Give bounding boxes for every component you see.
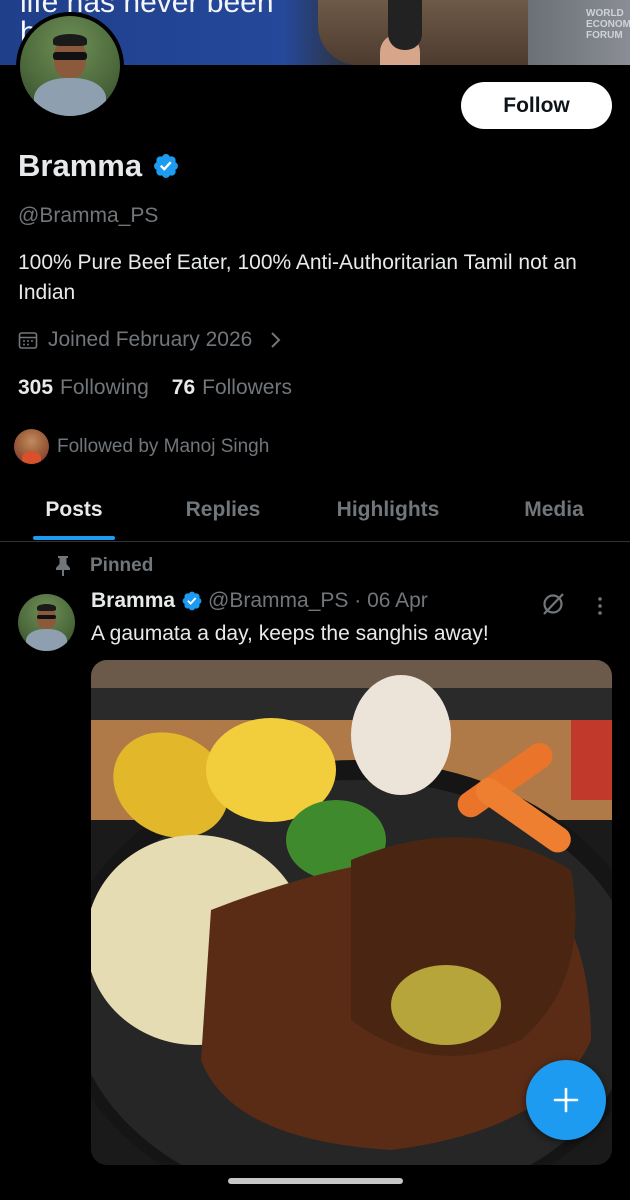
followers-count: 76 [171, 376, 196, 399]
followed-by-row[interactable]: Followed by Manoj Singh [14, 429, 269, 464]
profile-bio: 100% Pure Beef Eater, 100% Anti-Authorit… [18, 251, 577, 304]
profile-tabs: Posts Replies Highlights Media [0, 480, 630, 542]
followers-stat[interactable]: 76 Followers [172, 376, 292, 400]
post-text: A gaumata a day, keeps the sanghis away! [91, 622, 489, 645]
following-count: 305 [18, 376, 54, 399]
follow-stats: 305 Following 76 Followers [18, 376, 315, 400]
tab-highlights[interactable]: Highlights [298, 480, 478, 540]
more-vertical-icon[interactable] [596, 596, 604, 616]
microphone-icon [388, 0, 422, 50]
tab-media[interactable]: Media [478, 480, 630, 540]
follow-button[interactable]: Follow [461, 82, 612, 129]
profile-name-text: Bramma [18, 148, 143, 183]
following-stat[interactable]: 305 Following [18, 376, 149, 400]
tab-posts[interactable]: Posts [0, 480, 148, 540]
post-author-name[interactable]: Bramma [91, 589, 175, 613]
post-meta: @Bramma_PS · 06 Apr [208, 589, 428, 612]
profile-handle: @Bramma_PS [18, 204, 159, 227]
profile-avatar[interactable] [16, 12, 124, 120]
calendar-icon [18, 332, 38, 349]
pinned-label: Pinned [90, 555, 154, 576]
pinned-indicator: Pinned [54, 555, 153, 577]
plus-icon [553, 1087, 579, 1113]
pin-icon [56, 556, 70, 576]
joined-date-row[interactable]: Joined February 2026 [18, 328, 282, 352]
post-author-avatar[interactable] [18, 594, 75, 651]
avatar [14, 429, 49, 464]
tab-replies[interactable]: Replies [148, 480, 298, 540]
verified-badge-icon [154, 154, 179, 178]
joined-text: Joined February 2026 [48, 328, 253, 351]
banner-person-photo [318, 0, 528, 65]
grok-icon[interactable] [540, 591, 566, 617]
following-label: Following [60, 376, 149, 399]
followed-by-text: Followed by Manoj Singh [57, 435, 270, 457]
followers-label: Followers [202, 376, 292, 399]
home-indicator[interactable] [228, 1178, 403, 1184]
post-header: Bramma @Bramma_PS · 06 Apr [91, 589, 428, 613]
profile-display-name: Bramma [18, 148, 180, 184]
compose-button[interactable] [526, 1060, 606, 1140]
chevron-right-icon [271, 332, 281, 348]
verified-badge-icon [182, 591, 202, 611]
banner-logo: WORLDECONOMICFORUM [586, 8, 630, 41]
